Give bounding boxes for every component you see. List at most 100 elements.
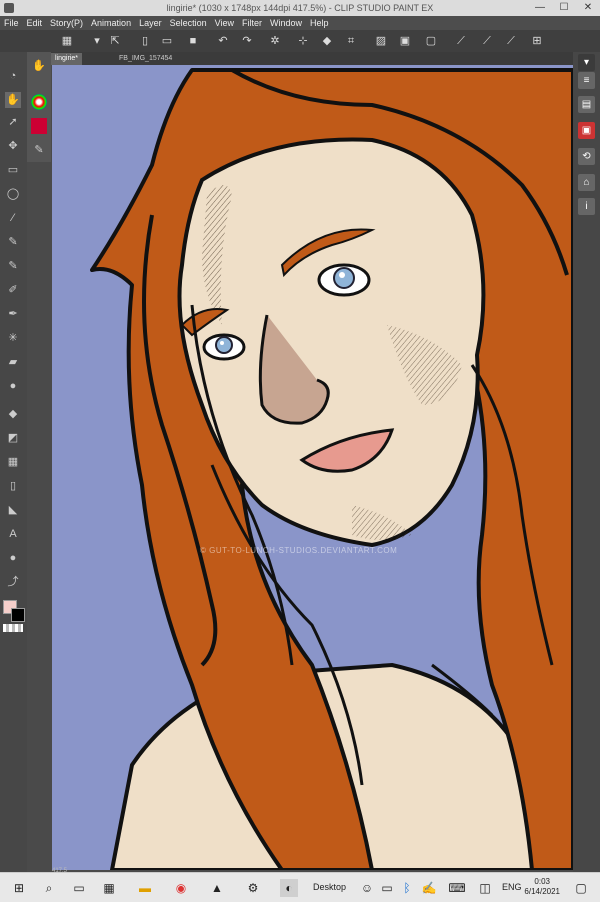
folder-icon[interactable]: ▭ <box>160 34 174 48</box>
selection-tool-icon[interactable]: ▭ <box>5 162 21 178</box>
navigator-icon[interactable]: ▣ <box>578 122 595 139</box>
title-bar: lingirie* (1030 x 1748px 144dpi 417.5%) … <box>0 0 600 16</box>
chrome-icon[interactable]: ◉ <box>172 879 190 897</box>
keyboard-icon[interactable]: ⌨ <box>448 879 466 897</box>
hand-settings-icon[interactable]: ✋ <box>31 58 47 74</box>
layer-property-icon[interactable]: ▤ <box>578 96 595 113</box>
invert-selection-icon[interactable]: ▣ <box>398 34 412 48</box>
color-set-icon[interactable] <box>31 118 47 134</box>
bluetooth-icon[interactable]: ᛒ <box>398 879 416 897</box>
info-icon[interactable]: i <box>578 198 595 215</box>
settings-gear-icon[interactable]: ⚙ <box>244 879 262 897</box>
tone-icon[interactable]: ▦ <box>5 454 21 470</box>
home-icon[interactable]: ⌂ <box>578 174 595 191</box>
ruler-tool-icon[interactable]: ◣ <box>5 502 21 518</box>
menu-story[interactable]: Story(P) <box>46 16 87 30</box>
grid-icon[interactable]: ▦ <box>60 34 74 48</box>
menu-selection[interactable]: Selection <box>166 16 211 30</box>
right-panel-icons: ▾ ≡ ▤ ▣ ⟲ ⌂ i <box>573 52 600 872</box>
deselect-icon[interactable]: ▨ <box>374 34 388 48</box>
clock-date: 6/14/2021 <box>524 887 560 896</box>
clip-studio-icon[interactable]: ◐ <box>280 879 298 897</box>
drawing-canvas[interactable]: © GUT-TO-LUNCH-STUDIOS.DEVIANTART.COM <box>52 65 573 870</box>
desktop-label[interactable]: Desktop <box>313 880 346 894</box>
eyedropper-icon[interactable]: ⁄ <box>5 210 21 226</box>
task-view-icon[interactable]: ▭ <box>70 879 88 897</box>
grid-snap-icon[interactable]: ⊞ <box>530 34 544 48</box>
frame-icon[interactable]: ▯ <box>5 478 21 494</box>
transform-icon[interactable]: ⊹ <box>296 34 310 48</box>
correct-line-icon[interactable]: ⤴ <box>5 574 21 590</box>
pen-workspace-icon[interactable]: ✍ <box>420 879 438 897</box>
snap-ruler-icon[interactable]: ⟋ <box>504 34 518 48</box>
gradient-icon[interactable]: ◩ <box>5 430 21 446</box>
close-button[interactable]: ✕ <box>576 0 600 16</box>
illustration <box>52 65 573 870</box>
brush-settings-icon[interactable]: ✎ <box>31 142 47 158</box>
menu-layer[interactable]: Layer <box>135 16 166 30</box>
zoom-icon[interactable]: ◔ <box>5 68 21 84</box>
operation-icon[interactable]: ➚ <box>5 114 21 130</box>
krita-icon[interactable]: ▲ <box>208 879 226 897</box>
move-icon[interactable]: ✥ <box>5 138 21 154</box>
search-icon[interactable]: ⌕ <box>40 879 58 897</box>
menu-window[interactable]: Window <box>266 16 306 30</box>
tab-lingirie[interactable]: lingirie* <box>51 53 82 65</box>
volume-icon[interactable]: ◫ <box>476 879 494 897</box>
menu-view[interactable]: View <box>211 16 238 30</box>
transparent-color-swatch[interactable] <box>3 624 23 632</box>
menu-file[interactable]: File <box>0 16 23 30</box>
panel-menu-icon[interactable]: ▾ <box>578 54 595 71</box>
balloon-icon[interactable]: ● <box>5 550 21 566</box>
watermark-text: © GUT-TO-LUNCH-STUDIOS.DEVIANTART.COM <box>200 546 398 555</box>
fill-icon[interactable]: ◆ <box>320 34 334 48</box>
clock[interactable]: 0:03 6/14/2021 <box>524 877 560 897</box>
menu-help[interactable]: Help <box>306 16 333 30</box>
menu-filter[interactable]: Filter <box>238 16 266 30</box>
undo-icon[interactable]: ↶ <box>216 34 230 48</box>
clear-icon[interactable]: ✲ <box>268 34 282 48</box>
battery-icon[interactable]: ▭ <box>378 879 396 897</box>
people-icon[interactable]: ☺ <box>358 879 376 897</box>
new-file-icon[interactable]: ▯ <box>138 34 152 48</box>
brush-icon[interactable]: ✐ <box>5 282 21 298</box>
redo-icon[interactable]: ↷ <box>240 34 254 48</box>
maximize-button[interactable]: ☐ <box>552 0 576 16</box>
store-icon[interactable]: ▦ <box>100 879 118 897</box>
crop-icon[interactable]: ⌗ <box>344 34 358 48</box>
document-tabs: lingirie* FB_IMG_157454 <box>51 52 573 65</box>
taskbar: ⊞ ⌕ ▭ ▦ ▬ ◉ ▲ ⚙ ◐ Desktop ☺ ▭ ᛒ ✍ ⌨ ◫ EN… <box>0 872 600 902</box>
windows-start-icon[interactable]: ⊞ <box>10 879 28 897</box>
text-icon[interactable]: A <box>5 526 21 542</box>
decoration-icon[interactable]: ✳ <box>5 330 21 346</box>
lasso-icon[interactable]: ◯ <box>5 186 21 202</box>
pencil-icon[interactable]: ✎ <box>5 258 21 274</box>
menu-edit[interactable]: Edit <box>23 16 47 30</box>
menu-bar: File Edit Story(P) Animation Layer Selection V… <box>0 16 600 30</box>
tool-palette: ◔ ✋ ➚ ✥ ▭ ◯ ⁄ ✎ ✎ ✐ ✒ ✳ ▰ ● ◆ ◩ ▦ ▯ ◣ A … <box>0 52 27 872</box>
tab-fb-img[interactable]: FB_IMG_157454 <box>115 53 176 65</box>
airbrush-icon[interactable]: ✒ <box>5 306 21 322</box>
save-icon[interactable]: ■ <box>186 34 200 48</box>
eraser-icon[interactable]: ▰ <box>5 354 21 370</box>
menu-animation[interactable]: Animation <box>87 16 135 30</box>
layers-icon[interactable]: ≡ <box>578 72 595 89</box>
window-title: lingirie* (1030 x 1748px 144dpi 417.5%) … <box>166 3 434 13</box>
blend-icon[interactable]: ● <box>5 378 21 394</box>
minimize-button[interactable]: — <box>528 0 552 16</box>
selection-icon[interactable]: ▢ <box>424 34 438 48</box>
clock-time: 0:03 <box>534 877 550 886</box>
file-explorer-icon[interactable]: ▬ <box>136 879 154 897</box>
dropdown-icon[interactable]: ▾ <box>90 34 104 48</box>
ruler-icon[interactable]: ⟋ <box>454 34 468 48</box>
language-indicator[interactable]: ENG <box>502 880 522 894</box>
hand-icon[interactable]: ✋ <box>5 92 21 108</box>
pen-icon[interactable]: ✎ <box>5 234 21 250</box>
color-wheel-icon[interactable] <box>31 94 47 110</box>
open-icon[interactable]: ⇱ <box>108 34 122 48</box>
fill-tool-icon[interactable]: ◆ <box>5 406 21 422</box>
material-icon[interactable]: ⟲ <box>578 148 595 165</box>
sub-color-swatch[interactable] <box>11 608 25 622</box>
snap-icon[interactable]: ⟋ <box>480 34 494 48</box>
notification-icon[interactable]: ▢ <box>572 879 590 897</box>
